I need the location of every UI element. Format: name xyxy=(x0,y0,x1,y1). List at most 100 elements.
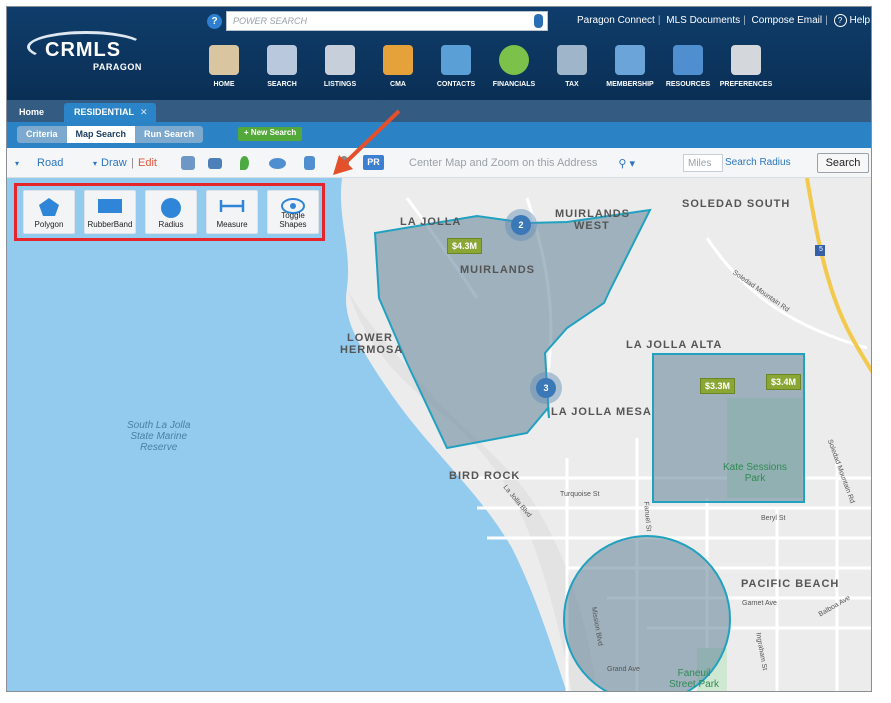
link-mls-documents[interactable]: MLS Documents xyxy=(666,15,740,26)
price-marker[interactable]: $4.3M xyxy=(447,238,483,254)
search-doc-icon xyxy=(267,45,297,75)
street-beryl: Beryl St xyxy=(761,515,786,522)
label-muirlands-west-1: MUIRLANDS xyxy=(555,208,630,220)
pin-icon[interactable] xyxy=(240,156,249,170)
label-la-jolla: LA JOLLA xyxy=(400,216,462,228)
search-subnav: Criteria Map Search Run Search + New Sea… xyxy=(7,122,871,148)
street-grand: Grand Ave xyxy=(607,666,640,673)
rubberband-tool-button[interactable]: RubberBand xyxy=(84,190,136,234)
label-marine-reserve: South La Jolla State Marine Reserve xyxy=(127,420,190,453)
nav-listings[interactable]: LISTINGS xyxy=(311,43,369,97)
nav-contacts-label: CONTACTS xyxy=(436,81,476,88)
paragon-window: CRMLS PARAGON ? POWER SEARCH Paragon Con… xyxy=(6,6,872,692)
nav-tax-label: TAX xyxy=(565,81,579,88)
preferences-icon xyxy=(731,45,761,75)
nav-home-label: HOME xyxy=(213,81,235,88)
tab-residential[interactable]: RESIDENTIAL ✕ xyxy=(64,103,156,122)
marine-reserve-line-1: South La Jolla xyxy=(127,420,191,431)
microphone-icon[interactable] xyxy=(534,14,543,28)
faneuil-park-line-2: Street Park xyxy=(669,679,720,690)
home-icon xyxy=(209,45,239,75)
radius-tool-button[interactable]: Radius xyxy=(145,190,197,234)
nav-financials[interactable]: FINANCIALS xyxy=(485,43,543,97)
tab-residential-label: RESIDENTIAL xyxy=(74,107,135,117)
map-toolbar: ▾ Road ▾ Draw | Edit PR Center Map and Zoo… xyxy=(7,148,871,178)
label-muirlands-west-2: WEST xyxy=(574,220,610,232)
toggle-shapes-tool-label: Toggle Shapes xyxy=(279,211,307,229)
close-tab-icon[interactable]: ✕ xyxy=(140,107,148,117)
power-search-placeholder: POWER SEARCH xyxy=(233,16,308,26)
draw-dropdown[interactable]: ▾ Draw xyxy=(93,157,127,169)
nav-tax[interactable]: TAX xyxy=(543,43,601,97)
road-dropdown[interactable]: ▾ Road xyxy=(15,157,63,169)
cluster-count: 3 xyxy=(536,378,556,398)
tab-home[interactable]: Home xyxy=(9,103,54,122)
toggle-shapes-tool-button[interactable]: Toggle Shapes xyxy=(267,190,319,234)
nav-search-label: SEARCH xyxy=(267,81,297,88)
nav-resources-label: RESOURCES xyxy=(665,81,711,88)
power-search-input[interactable]: POWER SEARCH xyxy=(226,11,548,31)
search-icon[interactable]: ⚲ ▾ xyxy=(618,157,635,170)
nav-home[interactable]: HOME xyxy=(195,43,253,97)
price-marker[interactable]: $3.3M xyxy=(700,378,736,394)
nav-contacts[interactable]: CONTACTS xyxy=(427,43,485,97)
polygon-tool-button[interactable]: Polygon xyxy=(23,190,75,234)
street-turquoise: Turquoise St xyxy=(560,491,600,498)
link-compose-email[interactable]: Compose Email xyxy=(752,15,823,26)
separator: | xyxy=(131,157,134,169)
cma-icon xyxy=(383,45,413,75)
edit-link[interactable]: Edit xyxy=(138,157,157,169)
chevron-down-icon: ▾ xyxy=(15,159,20,168)
crmls-logo[interactable]: CRMLS PARAGON xyxy=(27,27,157,77)
label-faneuil-park: Faneuil Street Park xyxy=(669,668,719,690)
nav-listings-label: LISTINGS xyxy=(323,81,357,88)
measure-tool-button[interactable]: Measure xyxy=(206,190,258,234)
nav-preferences-label: PREFERENCES xyxy=(719,81,773,88)
header-links: Paragon Connect | MLS Documents | Compose … xyxy=(577,14,871,27)
rectangle-icon xyxy=(98,199,122,213)
chevron-down-icon: ▾ xyxy=(93,159,98,168)
columns-icon[interactable] xyxy=(304,156,315,170)
tab-run-search[interactable]: Run Search xyxy=(135,126,203,143)
nav-membership[interactable]: MEMBERSHIP xyxy=(601,43,659,97)
price-marker[interactable]: $3.4M xyxy=(766,374,802,390)
listing-cluster[interactable]: 2 xyxy=(505,209,537,241)
faneuil-park-line-1: Faneuil xyxy=(677,668,711,679)
draw-label: Draw xyxy=(101,157,127,169)
print-icon[interactable] xyxy=(208,158,222,169)
nav-resources[interactable]: RESOURCES xyxy=(659,43,717,97)
link-paragon-connect[interactable]: Paragon Connect xyxy=(577,15,655,26)
miles-input[interactable]: Miles xyxy=(683,154,723,172)
map-canvas[interactable]: 5 SOLEDAD SOUTH LA JOLLA MUIRLANDS WEST … xyxy=(7,178,871,691)
tab-criteria[interactable]: Criteria xyxy=(17,126,67,143)
tab-map-search[interactable]: Map Search xyxy=(66,126,136,143)
highway-number: 5 xyxy=(819,246,823,253)
label-hermosa: HERMOSA xyxy=(340,344,404,356)
search-radius-link[interactable]: Search Radius xyxy=(725,157,791,168)
search-button[interactable]: Search xyxy=(817,153,869,173)
draw-tools-panel: Polygon RubberBand Radius Measure Toggle… xyxy=(14,183,325,241)
help-icon[interactable]: ? xyxy=(833,14,847,27)
measure-tool-label: Measure xyxy=(216,220,248,229)
polygon-icon xyxy=(39,198,59,216)
listing-cluster[interactable]: 3 xyxy=(530,372,562,404)
nav-cma-label: CMA xyxy=(390,81,406,88)
nav-cma[interactable]: CMA xyxy=(369,43,427,97)
listings-layer-icon[interactable] xyxy=(181,156,195,170)
polygon-tool-label: Polygon xyxy=(34,220,64,229)
nav-preferences[interactable]: PREFERENCES xyxy=(717,43,775,97)
link-help[interactable]: Help xyxy=(850,15,871,26)
radius-tool-label: Radius xyxy=(158,220,184,229)
new-search-button[interactable]: + New Search xyxy=(238,127,303,141)
label-kate-sessions-park: Kate Sessions Park xyxy=(723,462,787,484)
membership-icon xyxy=(615,45,645,75)
address-input[interactable]: Center Map and Zoom on this Address ⚲ ▾ xyxy=(403,154,643,174)
label-la-jolla-alta: LA JOLLA ALTA xyxy=(626,339,723,351)
nav-search[interactable]: SEARCH xyxy=(253,43,311,97)
power-search-help-icon[interactable]: ? xyxy=(207,14,222,29)
eye-icon[interactable] xyxy=(269,158,286,169)
search-mode-tabs: Criteria Map Search Run Search xyxy=(17,126,204,143)
marine-reserve-line-3: Reserve xyxy=(140,442,178,453)
label-lower: LOWER xyxy=(347,332,393,344)
label-muirlands: MUIRLANDS xyxy=(460,264,535,276)
